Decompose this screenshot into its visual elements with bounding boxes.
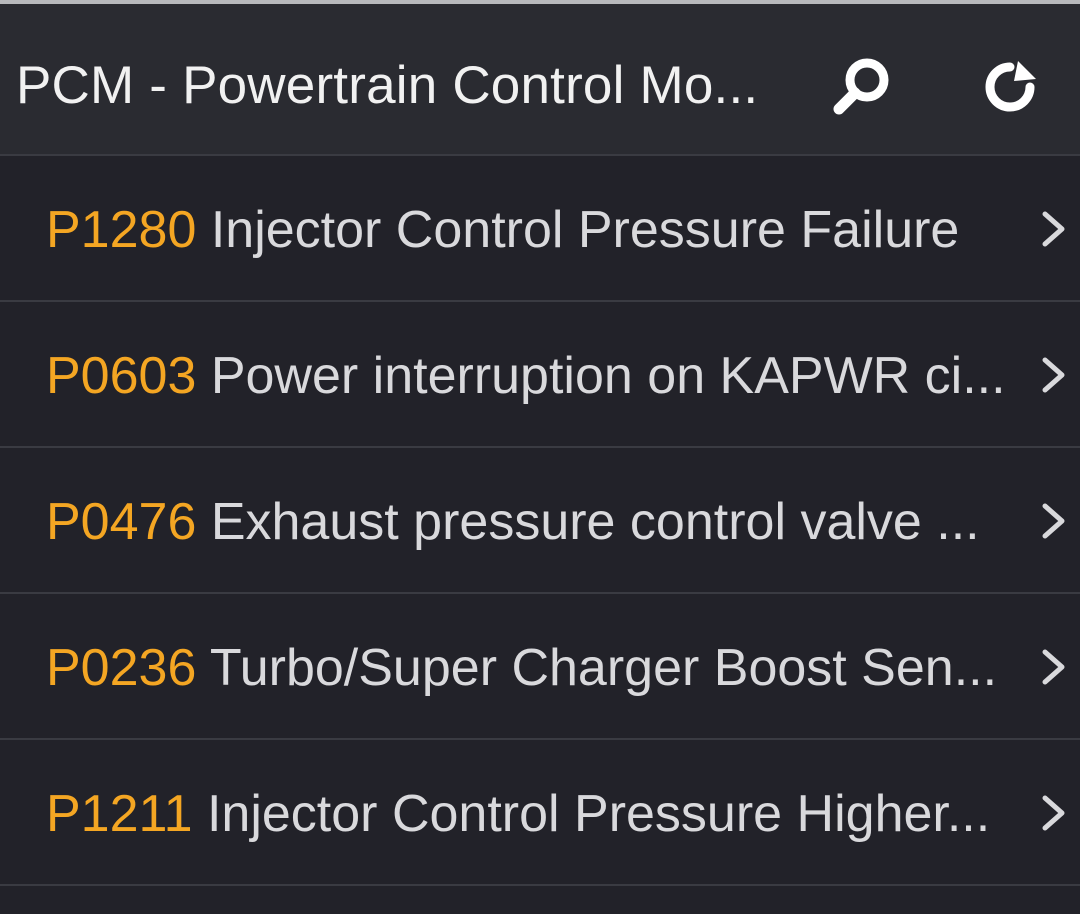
dtc-description: Exhaust pressure control valve ... [210, 493, 980, 551]
dtc-code: P1211 [46, 785, 193, 843]
dtc-list: P1280 Injector Control Pressure Failure … [0, 156, 1080, 886]
dtc-description: Power interruption on KAPWR ci... [210, 347, 1006, 405]
dtc-code: P1280 [46, 201, 197, 259]
refresh-icon [985, 61, 1036, 112]
chevron-right-icon [1042, 649, 1065, 685]
dtc-code: P0476 [46, 493, 197, 551]
chevron-right-icon [1042, 503, 1065, 539]
chevron-right-icon [1042, 357, 1065, 393]
list-item[interactable]: P0476 Exhaust pressure control valve ... [0, 448, 1080, 594]
dtc-description: Injector Control Pressure Higher... [206, 785, 991, 843]
screen: PCM - Powertrain Control Mo... P1280 Inj… [0, 0, 1080, 914]
dtc-code: P0603 [46, 347, 197, 405]
list-item[interactable]: P1211 Injector Control Pressure Higher..… [0, 740, 1080, 886]
status-strip [0, 0, 1080, 9]
chevron-right-icon [1042, 795, 1065, 831]
list-item[interactable]: P0603 Power interruption on KAPWR ci... [0, 302, 1080, 448]
list-item[interactable]: P1280 Injector Control Pressure Failure [0, 156, 1080, 302]
chevron-right-icon [1042, 211, 1065, 247]
list-item[interactable]: P0236 Turbo/Super Charger Boost Sen... [0, 594, 1080, 740]
page-title: PCM - Powertrain Control Mo... [16, 56, 759, 115]
app-bar: PCM - Powertrain Control Mo... [0, 9, 1080, 156]
dtc-description: Turbo/Super Charger Boost Sen... [209, 639, 998, 697]
dtc-description: Injector Control Pressure Failure [210, 201, 960, 259]
refresh-button[interactable] [970, 47, 1050, 127]
search-icon [833, 58, 889, 115]
dtc-code: P0236 [46, 639, 197, 697]
search-button[interactable] [822, 47, 902, 127]
